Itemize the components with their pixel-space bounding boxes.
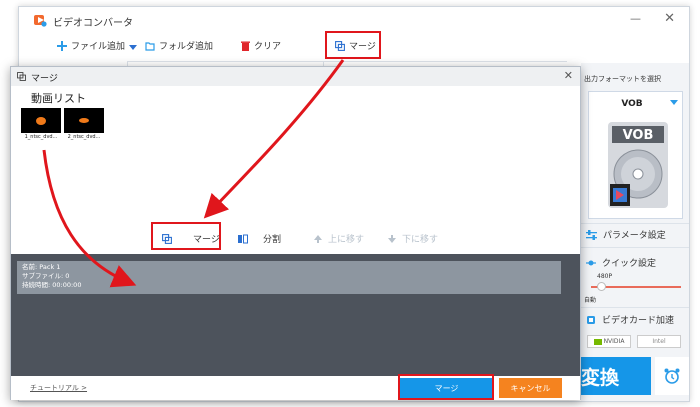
add-file-button[interactable]: ファイル追加: [57, 39, 125, 52]
quality-slider-handle[interactable]: [597, 282, 606, 291]
alarm-clock-icon: [664, 368, 680, 384]
nvidia-badge: NVIDIA: [587, 335, 631, 348]
minimize-button[interactable]: —: [630, 12, 641, 25]
dialog-merge-label: マージ: [193, 235, 220, 245]
dialog-merge-button[interactable]: マージ: [162, 232, 220, 245]
merge-pack-list: 名前: Pack 1 サブファイル: 0 持続時間: 00:00:00: [11, 254, 580, 376]
intel-badge: Intel: [637, 335, 681, 348]
divider: [581, 307, 689, 308]
tutorial-link[interactable]: チュートリアル >: [30, 383, 87, 393]
intel-label: Intel: [652, 338, 666, 345]
split-icon: [238, 234, 248, 243]
merge-icon: [17, 72, 26, 81]
quick-settings: クイック設定: [586, 256, 656, 269]
dialog-titlebar: マージ ✕: [11, 67, 580, 86]
confirm-merge-label: マージ: [434, 383, 459, 393]
app-logo-icon: [34, 15, 47, 27]
merge-icon: [162, 233, 172, 244]
arrow-up-icon: [314, 234, 322, 243]
sliders-icon: [586, 229, 597, 240]
quality-slider-min-label: 自動: [584, 297, 597, 304]
pack-name: 名前: Pack 1: [22, 263, 61, 271]
vob-format-icon: VOB: [608, 122, 668, 208]
nvidia-logo-icon: [593, 338, 602, 345]
parameter-settings-label: パラメータ設定: [603, 231, 666, 241]
output-format-selector[interactable]: VOB VOB: [588, 91, 683, 219]
chevron-down-icon[interactable]: [129, 45, 137, 50]
move-down-label: 下に移す: [402, 235, 439, 245]
video-thumbnail[interactable]: 1_ntsc_dvd...: [21, 108, 61, 142]
quick-settings-label: クイック設定: [602, 259, 657, 269]
trash-icon: [241, 41, 250, 51]
app-titlebar: ビデオコンバータ — ✕: [19, 7, 689, 33]
dialog-title: マージ: [31, 74, 58, 84]
cancel-label: キャンセル: [510, 383, 551, 393]
convert-label: 変換: [581, 366, 620, 389]
pack-subfiles: サブファイル: 0: [22, 272, 70, 280]
dialog-action-bar: マージ 分割 上に移す 下に移す: [11, 227, 580, 249]
add-folder-label: フォルダ追加: [159, 42, 214, 52]
toolbar-merge-label: マージ: [349, 42, 376, 52]
close-icon[interactable]: ✕: [664, 11, 675, 26]
divider: [581, 223, 689, 224]
toolbar-merge-button[interactable]: マージ: [335, 39, 376, 52]
move-up-button[interactable]: 上に移す: [313, 232, 364, 245]
thumbnail-caption: 2_ntsc_dvd...: [64, 133, 104, 142]
gpu-accel-toggle[interactable]: ビデオカード加速: [586, 313, 674, 326]
video-list-heading: 動画リスト: [31, 92, 86, 105]
dialog-footer: チュートリアル > マージ キャンセル: [11, 376, 580, 400]
chip-icon: [587, 315, 595, 324]
dialog-close-icon[interactable]: ✕: [564, 69, 573, 82]
clear-button[interactable]: クリア: [241, 39, 281, 52]
clear-label: クリア: [254, 42, 282, 52]
thumbnail-preview: [36, 117, 46, 125]
format-name: VOB: [621, 99, 643, 109]
split-button[interactable]: 分割: [238, 232, 281, 245]
app-title: ビデオコンバータ: [53, 18, 133, 29]
move-down-button[interactable]: 下に移す: [387, 232, 438, 245]
add-folder-button[interactable]: フォルダ追加: [145, 39, 213, 52]
thumbnail-caption: 1_ntsc_dvd...: [21, 133, 61, 142]
thumbnail-preview: [79, 118, 89, 123]
merge-icon: [335, 40, 345, 51]
add-file-label: ファイル追加: [71, 42, 126, 52]
folder-icon: [145, 41, 155, 51]
cancel-button[interactable]: キャンセル: [499, 378, 562, 398]
merge-dialog: マージ ✕ 動画リスト 1_ntsc_dvd... 2_ntsc_dvd... …: [10, 66, 581, 400]
nvidia-label: NVIDIA: [603, 338, 625, 345]
vob-badge-text: VOB: [623, 128, 654, 143]
alarm-clock-button[interactable]: [655, 357, 689, 395]
output-format-label: 出力フォーマットを選択: [584, 75, 661, 83]
divider: [581, 247, 689, 248]
convert-button[interactable]: 変換: [581, 357, 651, 395]
split-label: 分割: [263, 235, 282, 245]
pack-duration: 持続時間: 00:00:00: [22, 281, 82, 289]
parameter-settings-button[interactable]: パラメータ設定: [586, 228, 666, 241]
move-up-label: 上に移す: [328, 235, 365, 245]
right-panel: 出力フォーマットを選択 VOB VOB パラメータ設定 クイック設定 480P …: [581, 63, 689, 401]
video-thumbnail[interactable]: 2_ntsc_dvd...: [64, 108, 104, 142]
plus-icon: [57, 40, 67, 51]
gpu-accel-label: ビデオカード加速: [602, 316, 675, 326]
pack-row[interactable]: 名前: Pack 1 サブファイル: 0 持続時間: 00:00:00: [17, 261, 561, 294]
confirm-merge-button[interactable]: マージ: [399, 378, 494, 398]
quick-settings-icon: [586, 260, 596, 265]
quality-slider-value: 480P: [597, 273, 613, 280]
arrow-down-icon: [388, 234, 396, 243]
dropdown-arrow-icon[interactable]: [670, 100, 678, 105]
toolbar: ファイル追加 フォルダ追加 クリア マージ: [19, 33, 689, 61]
